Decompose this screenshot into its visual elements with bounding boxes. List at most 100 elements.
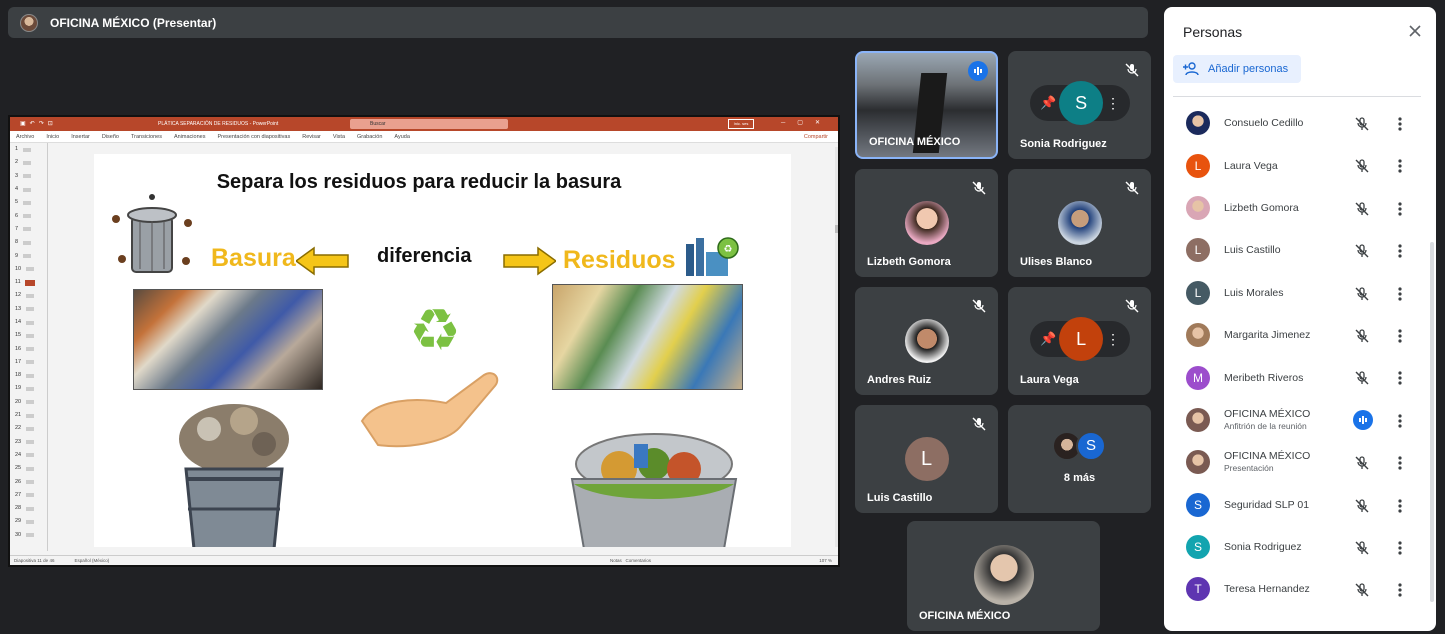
participant-row[interactable]: S Sonia Rodriguez [1173, 526, 1421, 568]
slide-thumbnail[interactable]: 22 [10, 422, 47, 435]
slide-thumbnail[interactable]: 30 [10, 529, 47, 542]
slide-thumbnail[interactable]: 24 [10, 449, 47, 462]
mic-off-icon[interactable] [1354, 498, 1370, 514]
mic-off-icon[interactable] [1354, 243, 1370, 259]
mic-off-icon[interactable] [1354, 328, 1370, 344]
participant-row[interactable]: T Teresa Hernandez [1173, 568, 1421, 610]
slide-scrollbar[interactable] [834, 147, 838, 547]
ribbon-tab-1[interactable]: Inicio [46, 134, 59, 140]
slide-thumbnail[interactable]: 11 [10, 276, 47, 289]
more-options-icon[interactable] [1397, 498, 1403, 514]
status-notes[interactable]: Notas Comentarios [610, 558, 651, 563]
participant-row[interactable]: L Luis Castillo [1173, 229, 1421, 271]
share-button[interactable]: Compartir [804, 134, 828, 140]
slide-thumbnail[interactable]: 29 [10, 515, 47, 528]
more-options-icon[interactable] [1397, 243, 1403, 259]
tile-laura-vega[interactable]: 📌 L ⋮ Laura Vega [1008, 287, 1151, 395]
more-options-icon[interactable] [1397, 582, 1403, 598]
mic-off-icon[interactable] [1354, 286, 1370, 302]
pin-icon[interactable]: 📌 [1040, 95, 1056, 111]
more-options-icon[interactable]: ⋮ [1106, 95, 1120, 112]
tile-sonia-rodriguez[interactable]: 📌 S ⋮ Sonia Rodriguez [1008, 51, 1151, 159]
slide-thumbnail[interactable]: 26 [10, 475, 47, 488]
slide-thumbnail[interactable]: 27 [10, 489, 47, 502]
slide-thumbnail[interactable]: 25 [10, 462, 47, 475]
slide-thumbnail[interactable]: 14 [10, 316, 47, 329]
slide-thumbnail[interactable]: 16 [10, 342, 47, 355]
participant-row[interactable]: OFICINA MÉXICO Anfitrión de la reunión [1173, 399, 1421, 441]
participant-row[interactable]: Lizbeth Gomora [1173, 187, 1421, 229]
slide-thumbnail[interactable]: 17 [10, 356, 47, 369]
slide-thumbnail[interactable]: 2 [10, 156, 47, 169]
status-comments-label[interactable]: Comentarios [626, 558, 652, 563]
ribbon-tab-7[interactable]: Revisar [302, 134, 321, 140]
pin-icon[interactable]: 📌 [1040, 331, 1056, 347]
slide-thumbnail[interactable]: 12 [10, 289, 47, 302]
panel-scrollbar[interactable] [1430, 102, 1435, 622]
more-options-icon[interactable] [1397, 370, 1403, 386]
slide-thumbnail[interactable]: 1 [10, 143, 47, 156]
participant-row[interactable]: L Laura Vega [1173, 144, 1421, 186]
ribbon-tab-9[interactable]: Grabación [357, 134, 382, 140]
slide-thumbnail[interactable]: 20 [10, 396, 47, 409]
close-icon[interactable] [1408, 24, 1422, 38]
tile-self-oficina-mexico[interactable]: OFICINA MÉXICO [907, 521, 1100, 631]
ribbon-tab-2[interactable]: Insertar [71, 134, 90, 140]
ppt-search-input[interactable]: Buscar [350, 119, 508, 129]
mic-off-icon[interactable] [1354, 370, 1370, 386]
slide-thumbnail[interactable]: 10 [10, 263, 47, 276]
slide-thumbnail[interactable]: 15 [10, 329, 47, 342]
slide-thumbnail[interactable]: 7 [10, 223, 47, 236]
participant-row[interactable]: Margarita Jimenez [1173, 314, 1421, 356]
window-controls-icon[interactable]: ─▢✕ [781, 119, 832, 126]
slide-thumbnail[interactable]: 8 [10, 236, 47, 249]
slide-thumbnail[interactable]: 23 [10, 436, 47, 449]
mic-off-icon[interactable] [1354, 540, 1370, 556]
ribbon-tab-10[interactable]: Ayuda [394, 134, 410, 140]
slide-thumbnail[interactable]: 28 [10, 502, 47, 515]
ribbon-tab-8[interactable]: Vista [333, 134, 345, 140]
ribbon-tab-6[interactable]: Presentación con diapositivas [217, 134, 290, 140]
tile-andres-ruiz[interactable]: Andres Ruiz [855, 287, 998, 395]
ribbon-tab-4[interactable]: Transiciones [131, 134, 162, 140]
slide-thumbnail[interactable]: 4 [10, 183, 47, 196]
slide-thumbnail[interactable]: 5 [10, 196, 47, 209]
ribbon-tab-3[interactable]: Diseño [102, 134, 119, 140]
more-options-icon[interactable] [1397, 116, 1403, 132]
more-options-icon[interactable] [1397, 413, 1403, 429]
status-zoom[interactable]: 107 % [819, 558, 832, 563]
participant-row[interactable]: S Seguridad SLP 01 [1173, 484, 1421, 526]
tile-ulises-blanco[interactable]: Ulises Blanco [1008, 169, 1151, 277]
slide-thumbnail[interactable]: 18 [10, 369, 47, 382]
tile-oficina-mexico[interactable]: OFICINA MÉXICO [855, 51, 998, 159]
tile-luis-castillo[interactable]: L Luis Castillo [855, 405, 998, 513]
mic-off-icon[interactable] [1354, 582, 1370, 598]
more-options-icon[interactable] [1397, 540, 1403, 556]
more-options-icon[interactable] [1397, 201, 1403, 217]
participant-row[interactable]: L Luis Morales [1173, 272, 1421, 314]
mic-off-icon[interactable] [1354, 116, 1370, 132]
ribbon-tab-5[interactable]: Animaciones [174, 134, 206, 140]
ppt-user-badge[interactable]: Inic. ses [728, 119, 754, 129]
participant-row[interactable]: OFICINA MÉXICO Presentación [1173, 441, 1421, 483]
ribbon-tab-0[interactable]: Archivo [16, 134, 34, 140]
more-options-icon[interactable]: ⋮ [1106, 331, 1120, 348]
slide-thumbnail[interactable]: 21 [10, 409, 47, 422]
speaking-indicator-icon[interactable] [1353, 409, 1373, 430]
slide-thumbnail[interactable]: 3 [10, 170, 47, 183]
tile-more-participants[interactable]: S 8 más [1008, 405, 1151, 513]
slide-thumbnail[interactable]: 9 [10, 249, 47, 262]
participant-row[interactable]: Consuelo Cedillo [1173, 102, 1421, 144]
slide-thumbnail[interactable]: 19 [10, 382, 47, 395]
mic-off-icon[interactable] [1354, 455, 1370, 471]
mic-off-icon[interactable] [1354, 201, 1370, 217]
tile-lizbeth-gomora[interactable]: Lizbeth Gomora [855, 169, 998, 277]
add-people-button[interactable]: Añadir personas [1173, 55, 1301, 83]
participant-row[interactable]: M Meribeth Riveros [1173, 356, 1421, 398]
more-options-icon[interactable] [1397, 328, 1403, 344]
more-options-icon[interactable] [1397, 286, 1403, 302]
more-options-icon[interactable] [1397, 455, 1403, 471]
more-options-icon[interactable] [1397, 158, 1403, 174]
slide-thumbnail[interactable]: 13 [10, 303, 47, 316]
slide-thumbnail[interactable]: 6 [10, 209, 47, 222]
